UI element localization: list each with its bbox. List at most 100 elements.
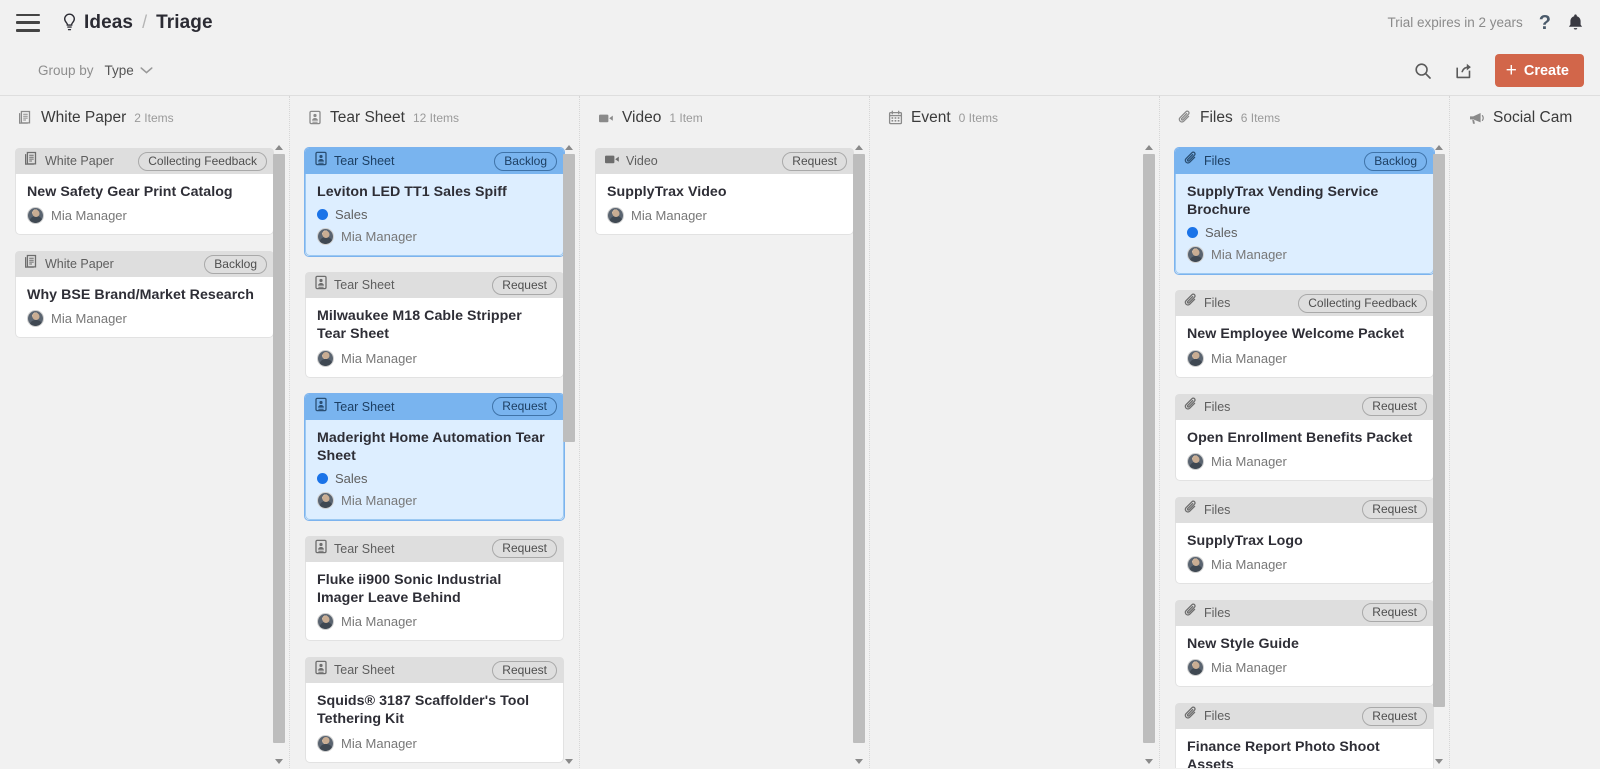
scroll-down-arrow-icon[interactable] bbox=[855, 759, 863, 764]
column-title: Tear Sheet bbox=[330, 108, 405, 126]
notification-bell-icon[interactable] bbox=[1567, 13, 1584, 32]
column-item-count: 12 Items bbox=[412, 110, 459, 125]
column-scrollbar[interactable] bbox=[1142, 145, 1157, 764]
idea-card[interactable]: Files Request New Style Guide Mia Manager bbox=[1174, 599, 1435, 688]
tag-label: Sales bbox=[335, 470, 368, 486]
search-icon[interactable] bbox=[1414, 62, 1432, 80]
idea-card[interactable]: Tear Sheet Request Milwaukee M18 Cable Str… bbox=[304, 271, 565, 378]
column-item-count: 0 Items bbox=[958, 110, 998, 125]
card-body: Why BSE Brand/Market Research Mia Manager bbox=[15, 277, 274, 339]
idea-card[interactable]: White Paper Collecting Feedback New Safety… bbox=[14, 147, 275, 236]
status-badge[interactable]: Backlog bbox=[204, 254, 267, 274]
status-badge[interactable]: Request bbox=[1362, 397, 1427, 417]
idea-card[interactable]: Files Collecting Feedback New Employee Wel… bbox=[1174, 289, 1435, 378]
idea-card[interactable]: Files Request Finance Report Photo Shoot A… bbox=[1174, 702, 1435, 768]
card-type-label: Files bbox=[1204, 605, 1231, 620]
card-header: Video Request bbox=[595, 148, 854, 174]
idea-card[interactable]: Tear Sheet Request Maderight Home Automati… bbox=[304, 392, 565, 521]
group-by-value[interactable]: Type bbox=[105, 63, 134, 78]
status-badge[interactable]: Collecting Feedback bbox=[1298, 293, 1427, 313]
card-body: SupplyTrax Vending Service Brochure Sales… bbox=[1175, 174, 1434, 275]
status-badge[interactable]: Request bbox=[1362, 603, 1427, 623]
scrollbar-thumb[interactable] bbox=[1433, 154, 1445, 707]
idea-card[interactable]: Tear Sheet Backlog Leviton LED TT1 Sales S… bbox=[304, 147, 565, 258]
avatar bbox=[317, 734, 334, 752]
breadcrumb-app-name[interactable]: Ideas bbox=[84, 12, 133, 34]
board-column-social-cam: Social Cam bbox=[1450, 96, 1600, 768]
card-header: Files Request bbox=[1175, 496, 1434, 523]
board-column-files: Files 6 Items Files Backlog SupplyTrax Vendi… bbox=[1160, 96, 1450, 768]
idea-card[interactable]: Video Request SupplyTrax Video Mia Manager bbox=[594, 147, 855, 236]
card-type-group: Files bbox=[1184, 706, 1230, 726]
card-type-label: Tear Sheet bbox=[334, 278, 395, 293]
create-button[interactable]: + Create bbox=[1494, 54, 1584, 87]
status-badge[interactable]: Backlog bbox=[494, 151, 557, 171]
status-badge[interactable]: Request bbox=[492, 660, 557, 680]
scrollbar-thumb[interactable] bbox=[563, 154, 575, 443]
share-icon[interactable] bbox=[1454, 61, 1473, 80]
idea-card[interactable]: Tear Sheet Request Fluke ii900 Sonic Indus… bbox=[304, 535, 565, 642]
card-type-label: Tear Sheet bbox=[334, 663, 395, 678]
scroll-up-arrow-icon[interactable] bbox=[275, 145, 283, 150]
status-badge[interactable]: Request bbox=[492, 539, 557, 559]
status-badge[interactable]: Backlog bbox=[1364, 151, 1427, 171]
scrollbar-track[interactable] bbox=[1433, 154, 1446, 755]
column-card-list bbox=[1450, 139, 1600, 768]
idea-card[interactable]: Files Request Open Enrollment Benefits Pac… bbox=[1174, 393, 1435, 482]
scroll-down-arrow-icon[interactable] bbox=[1435, 759, 1443, 764]
scrollbar-thumb[interactable] bbox=[273, 154, 285, 743]
card-tag[interactable]: Sales bbox=[1187, 225, 1422, 240]
status-badge[interactable]: Request bbox=[782, 151, 847, 171]
card-title: Leviton LED TT1 Sales Spiff bbox=[317, 184, 507, 200]
scrollbar-thumb[interactable] bbox=[1143, 154, 1155, 743]
tear-sheet-icon bbox=[314, 151, 328, 171]
card-owner: Mia Manager bbox=[1187, 349, 1422, 367]
scrollbar-track[interactable] bbox=[1143, 154, 1156, 755]
card-type-group: Files bbox=[1184, 293, 1230, 313]
status-badge[interactable]: Request bbox=[1362, 500, 1427, 520]
scrollbar-thumb[interactable] bbox=[853, 154, 865, 743]
column-scrollbar[interactable] bbox=[1432, 145, 1447, 764]
idea-card[interactable]: Files Backlog SupplyTrax Vending Service B… bbox=[1174, 147, 1435, 276]
status-badge[interactable]: Request bbox=[492, 275, 557, 295]
scroll-up-arrow-icon[interactable] bbox=[855, 145, 863, 150]
scroll-down-arrow-icon[interactable] bbox=[275, 759, 283, 764]
card-tag[interactable]: Sales bbox=[317, 471, 552, 486]
help-icon[interactable]: ? bbox=[1539, 13, 1551, 33]
status-badge[interactable]: Request bbox=[492, 397, 557, 417]
card-body: New Employee Welcome Packet Mia Manager bbox=[1175, 316, 1434, 378]
scrollbar-track[interactable] bbox=[273, 154, 286, 755]
scroll-up-arrow-icon[interactable] bbox=[1145, 145, 1153, 150]
card-type-group: Video bbox=[604, 152, 658, 170]
scroll-down-arrow-icon[interactable] bbox=[565, 759, 573, 764]
column-scrollbar[interactable] bbox=[852, 145, 867, 764]
card-header: White Paper Backlog bbox=[15, 251, 274, 278]
column-header: Video 1 Item bbox=[580, 96, 869, 139]
avatar bbox=[27, 207, 44, 225]
card-owner: Mia Manager bbox=[317, 734, 552, 752]
status-badge[interactable]: Collecting Feedback bbox=[138, 151, 267, 171]
card-owner: Mia Manager bbox=[1187, 555, 1422, 573]
chevron-down-icon[interactable] bbox=[140, 66, 153, 75]
column-card-list bbox=[870, 139, 1159, 768]
status-badge[interactable]: Request bbox=[1362, 706, 1427, 726]
column-header: Event 0 Items bbox=[870, 96, 1159, 139]
idea-card[interactable]: White Paper Backlog Why BSE Brand/Market R… bbox=[14, 250, 275, 339]
idea-card[interactable]: Files Request SupplyTrax Logo Mia Manager bbox=[1174, 496, 1435, 585]
breadcrumb-page-name[interactable]: Triage bbox=[156, 12, 213, 34]
card-body: Fluke ii900 Sonic Industrial Imager Leav… bbox=[305, 561, 564, 642]
scroll-down-arrow-icon[interactable] bbox=[1145, 759, 1153, 764]
owner-name: Mia Manager bbox=[631, 208, 707, 224]
hamburger-menu-icon[interactable] bbox=[16, 13, 40, 32]
card-tag[interactable]: Sales bbox=[317, 207, 552, 222]
column-scrollbar[interactable] bbox=[272, 145, 287, 764]
avatar bbox=[27, 310, 44, 328]
column-scrollbar[interactable] bbox=[562, 145, 577, 764]
scroll-up-arrow-icon[interactable] bbox=[565, 145, 573, 150]
idea-card[interactable]: Tear Sheet Request Squids® 3187 Scaffolder… bbox=[304, 656, 565, 763]
scroll-up-arrow-icon[interactable] bbox=[1435, 145, 1443, 150]
card-type-group: Tear Sheet bbox=[314, 397, 394, 417]
tear-sheet-icon bbox=[314, 539, 328, 559]
scrollbar-track[interactable] bbox=[563, 154, 576, 755]
scrollbar-track[interactable] bbox=[853, 154, 866, 755]
